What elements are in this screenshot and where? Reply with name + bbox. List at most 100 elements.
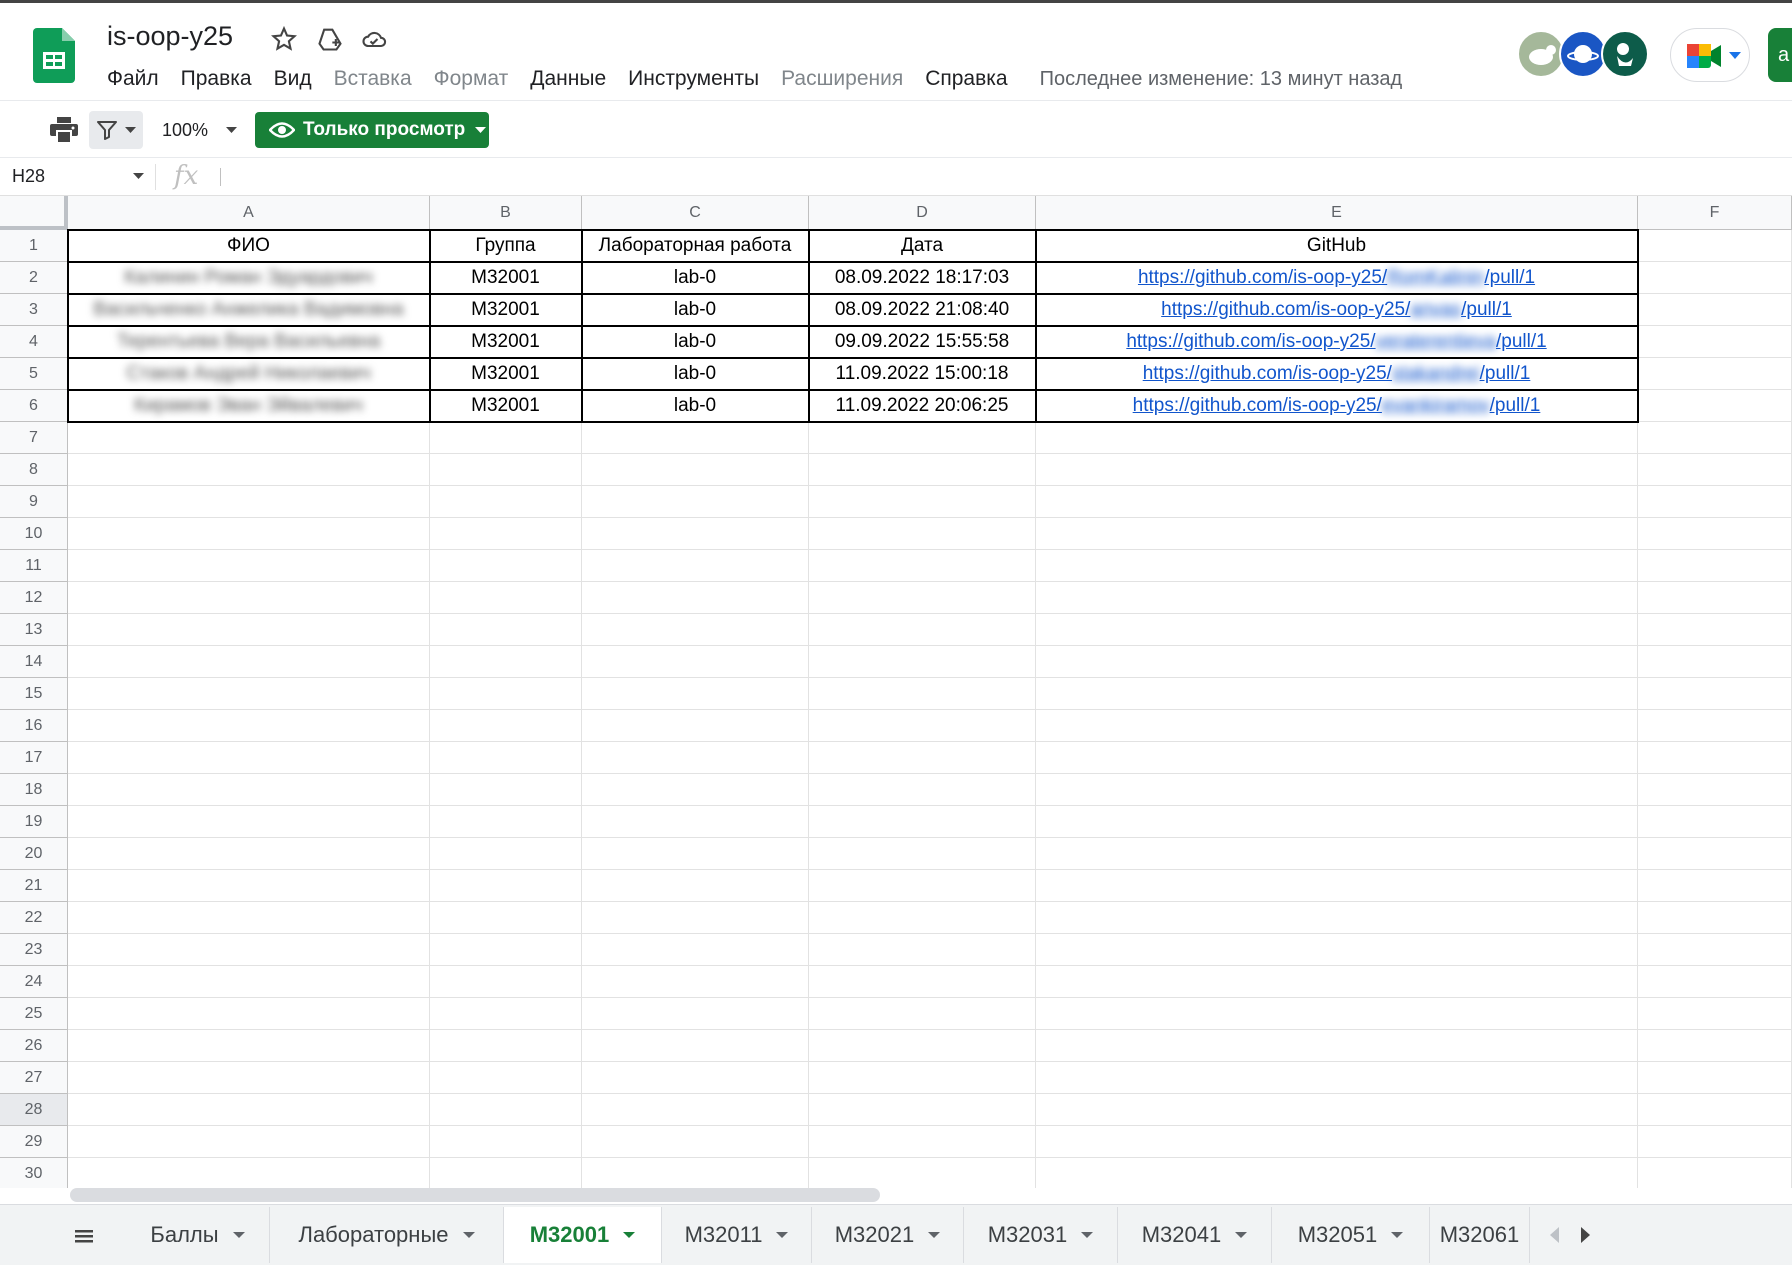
cell-b9[interactable] — [430, 486, 582, 518]
cell-e14[interactable] — [1036, 646, 1638, 678]
cell-c10[interactable] — [582, 518, 809, 550]
cell-c27[interactable] — [582, 1062, 809, 1094]
cell-e10[interactable] — [1036, 518, 1638, 550]
avatar[interactable] — [1559, 30, 1607, 78]
meet-button[interactable] — [1670, 28, 1750, 82]
cell-c18[interactable] — [582, 774, 809, 806]
row-header-25[interactable]: 25 — [0, 998, 68, 1030]
cell-f29[interactable] — [1638, 1126, 1792, 1158]
cell-d12[interactable] — [809, 582, 1036, 614]
cell-d11[interactable] — [809, 550, 1036, 582]
cell-f19[interactable] — [1638, 806, 1792, 838]
column-header-f[interactable]: F — [1638, 196, 1792, 230]
cell-b27[interactable] — [430, 1062, 582, 1094]
cell-b28[interactable] — [430, 1094, 582, 1126]
sheet-tab-лабораторные[interactable]: Лабораторные — [270, 1207, 504, 1263]
cell-d19[interactable] — [809, 806, 1036, 838]
cell-e26[interactable] — [1036, 1030, 1638, 1062]
cell-f18[interactable] — [1638, 774, 1792, 806]
cell-d3[interactable]: 08.09.2022 21:08:40 — [809, 294, 1036, 326]
cell-d30[interactable] — [809, 1158, 1036, 1188]
cell-d4[interactable]: 09.09.2022 15:55:58 — [809, 326, 1036, 358]
cell-d22[interactable] — [809, 902, 1036, 934]
cell-f16[interactable] — [1638, 710, 1792, 742]
cell-d27[interactable] — [809, 1062, 1036, 1094]
cell-c21[interactable] — [582, 870, 809, 902]
cell-c15[interactable] — [582, 678, 809, 710]
row-header-6[interactable]: 6 — [0, 390, 68, 422]
cell-a28[interactable] — [68, 1094, 430, 1126]
cell-e21[interactable] — [1036, 870, 1638, 902]
cell-c20[interactable] — [582, 838, 809, 870]
cell-f7[interactable] — [1638, 422, 1792, 454]
row-header-5[interactable]: 5 — [0, 358, 68, 390]
avatar[interactable] — [1517, 30, 1565, 78]
cell-a10[interactable] — [68, 518, 430, 550]
avatar[interactable] — [1601, 30, 1649, 78]
github-pr-link[interactable]: https://github.com/is-oop-y25/anvas/pull… — [1161, 299, 1512, 320]
sheets-logo-icon[interactable] — [33, 28, 75, 83]
row-header-27[interactable]: 27 — [0, 1062, 68, 1094]
cell-d21[interactable] — [809, 870, 1036, 902]
row-header-15[interactable]: 15 — [0, 678, 68, 710]
row-header-7[interactable]: 7 — [0, 422, 68, 454]
cell-c7[interactable] — [582, 422, 809, 454]
cell-b21[interactable] — [430, 870, 582, 902]
cell-f3[interactable] — [1638, 294, 1792, 326]
cell-f2[interactable] — [1638, 262, 1792, 294]
cell-e25[interactable] — [1036, 998, 1638, 1030]
cell-e11[interactable] — [1036, 550, 1638, 582]
cell-f21[interactable] — [1638, 870, 1792, 902]
row-header-23[interactable]: 23 — [0, 934, 68, 966]
sheet-tab-m32061[interactable]: M32061 — [1430, 1207, 1530, 1263]
column-header-b[interactable]: B — [430, 196, 582, 230]
cell-b24[interactable] — [430, 966, 582, 998]
cell-d10[interactable] — [809, 518, 1036, 550]
cell-a18[interactable] — [68, 774, 430, 806]
row-header-24[interactable]: 24 — [0, 966, 68, 998]
row-header-17[interactable]: 17 — [0, 742, 68, 774]
cell-b25[interactable] — [430, 998, 582, 1030]
cell-f5[interactable] — [1638, 358, 1792, 390]
row-header-19[interactable]: 19 — [0, 806, 68, 838]
cell-f12[interactable] — [1638, 582, 1792, 614]
cell-a6[interactable]: Кирамов Эван Эйвалевич — [68, 390, 430, 422]
column-header-c[interactable]: C — [582, 196, 809, 230]
cell-d14[interactable] — [809, 646, 1036, 678]
last-edit-status[interactable]: Последнее изменение: 13 минут назад — [1040, 68, 1403, 91]
row-header-10[interactable]: 10 — [0, 518, 68, 550]
cell-b10[interactable] — [430, 518, 582, 550]
row-header-13[interactable]: 13 — [0, 614, 68, 646]
cell-b18[interactable] — [430, 774, 582, 806]
row-header-14[interactable]: 14 — [0, 646, 68, 678]
chevron-down-icon[interactable] — [1391, 1232, 1404, 1238]
cell-b7[interactable] — [430, 422, 582, 454]
cell-b11[interactable] — [430, 550, 582, 582]
cell-b26[interactable] — [430, 1030, 582, 1062]
scroll-right-icon[interactable] — [1580, 1227, 1590, 1243]
chevron-down-icon[interactable] — [1235, 1232, 1248, 1238]
cell-e6[interactable]: https://github.com/is-oop-y25/evankiramo… — [1036, 390, 1638, 422]
cell-d15[interactable] — [809, 678, 1036, 710]
cell-b23[interactable] — [430, 934, 582, 966]
sheet-tab-m32011[interactable]: M32011 — [662, 1207, 812, 1263]
cell-f25[interactable] — [1638, 998, 1792, 1030]
cell-f24[interactable] — [1638, 966, 1792, 998]
menu-tools[interactable]: Инструменты — [617, 67, 770, 91]
cell-f17[interactable] — [1638, 742, 1792, 774]
sheet-tab-m32031[interactable]: M32031 — [964, 1207, 1118, 1263]
sheet-tab-m32041[interactable]: M32041 — [1118, 1207, 1272, 1263]
cell-c22[interactable] — [582, 902, 809, 934]
cell-f22[interactable] — [1638, 902, 1792, 934]
chevron-down-icon[interactable] — [623, 1232, 636, 1238]
cell-e7[interactable] — [1036, 422, 1638, 454]
cell-f11[interactable] — [1638, 550, 1792, 582]
cell-b2[interactable]: M32001 — [430, 262, 582, 294]
cell-c24[interactable] — [582, 966, 809, 998]
cell-c4[interactable]: lab-0 — [582, 326, 809, 358]
cell-a5[interactable]: Стаков Андрей Николаевич — [68, 358, 430, 390]
cell-a7[interactable] — [68, 422, 430, 454]
cell-e12[interactable] — [1036, 582, 1638, 614]
chevron-down-icon[interactable] — [776, 1232, 789, 1238]
menu-view[interactable]: Вид — [263, 67, 323, 91]
